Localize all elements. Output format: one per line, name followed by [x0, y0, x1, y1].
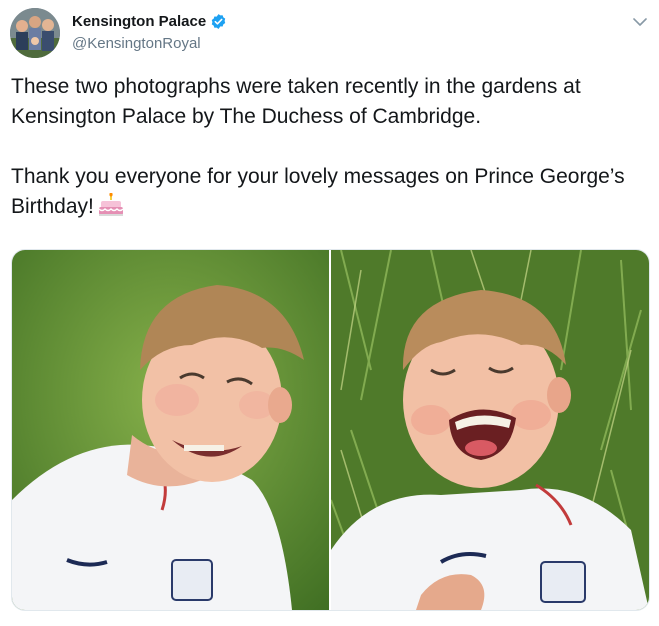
family-photo-icon: [10, 8, 60, 58]
photo-left[interactable]: [12, 250, 329, 610]
tweet-text: These two photographs were taken recentl…: [11, 72, 641, 222]
photo-boy-laughing-icon: [331, 250, 649, 610]
author-handle[interactable]: @KensingtonRoyal: [72, 35, 201, 52]
tweet-paragraph: These two photographs were taken recentl…: [11, 75, 581, 128]
tweet-header: Kensington Palace @KensingtonRoyal: [10, 8, 650, 60]
tweet-media: [11, 249, 650, 611]
birthday-cake-icon: [98, 193, 124, 216]
author-display-name[interactable]: Kensington Palace: [72, 13, 206, 30]
author-avatar[interactable]: [10, 8, 60, 58]
chevron-down-icon[interactable]: [630, 12, 650, 32]
verified-badge-icon: [211, 14, 226, 29]
photo-boy-smiling-icon: [12, 250, 329, 610]
photo-right[interactable]: [331, 250, 649, 610]
tweet-paragraph: Thank you everyone for your lovely messa…: [11, 162, 641, 222]
